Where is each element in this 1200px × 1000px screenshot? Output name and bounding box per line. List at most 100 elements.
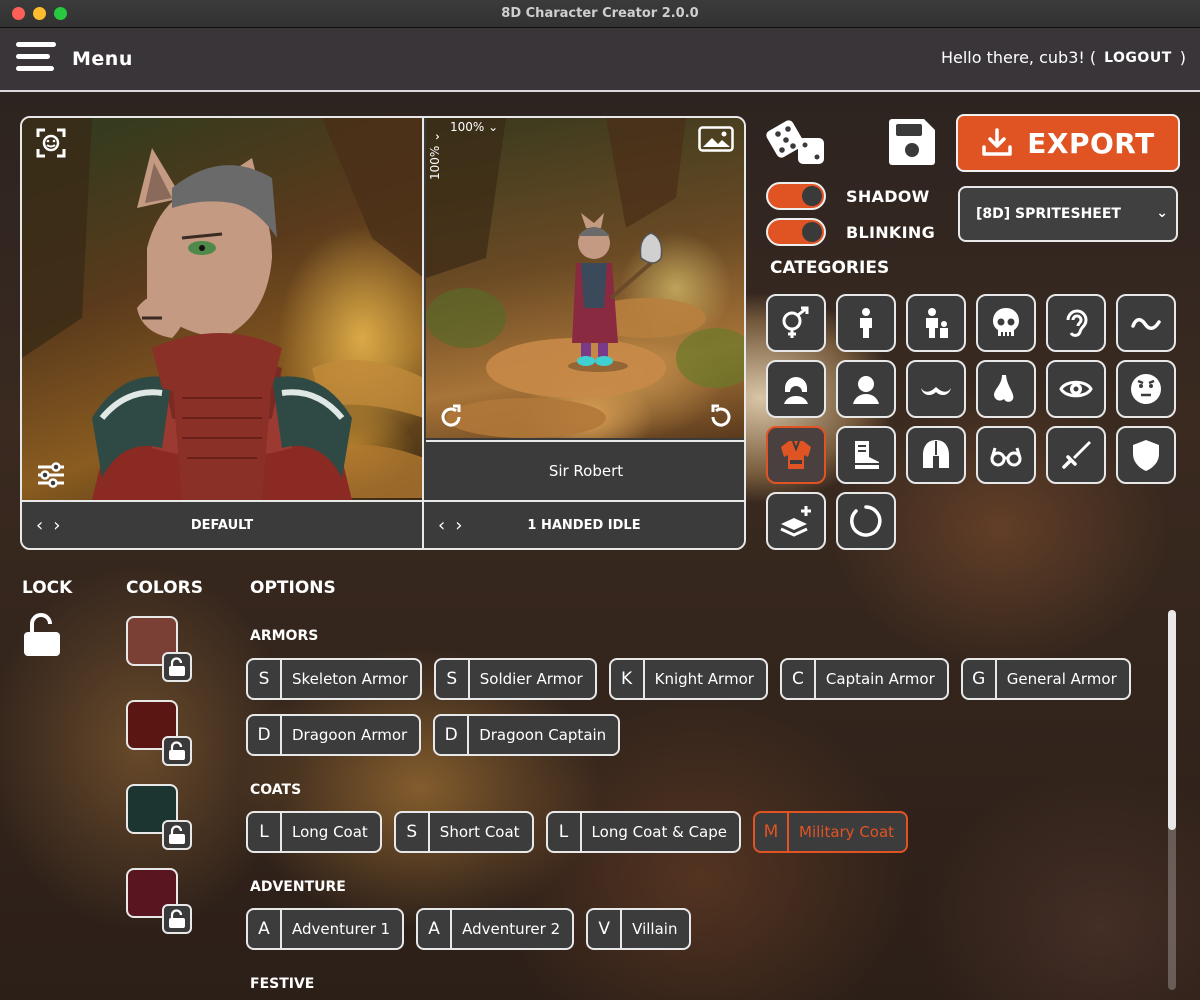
category-body-type[interactable] — [906, 294, 966, 352]
category-hair[interactable] — [766, 360, 826, 418]
option-soldier-armor[interactable]: S Soldier Armor — [433, 658, 597, 700]
skull-icon — [993, 308, 1019, 336]
greeting-close-paren: ) — [1179, 48, 1186, 67]
color-4-unlock-icon[interactable] — [162, 904, 192, 934]
logout-link[interactable]: LOGOUT — [1104, 50, 1172, 66]
option-dragoon-armor[interactable]: D Dragoon Armor — [246, 714, 422, 756]
next-portrait-pose-chevron-icon[interactable]: › — [53, 515, 60, 536]
category-gender[interactable] — [766, 294, 826, 352]
category-facial-hair[interactable] — [906, 360, 966, 418]
category-body[interactable] — [836, 294, 896, 352]
option-villain[interactable]: V Villain — [586, 908, 692, 950]
scrollbar-thumb[interactable] — [1168, 610, 1176, 830]
animation-label: 1 HANDED IDLE — [527, 517, 641, 533]
option-label: Knight Armor — [654, 670, 754, 688]
category-headwear[interactable] — [906, 426, 966, 484]
prev-animation-chevron-icon[interactable]: ‹ — [438, 515, 445, 536]
option-long-coat[interactable]: L Long Coat — [246, 811, 382, 853]
armors-row-1: S Skeleton Armor S Soldier Armor K Knight A… — [246, 658, 1131, 700]
group-title-festive: FESTIVE — [250, 976, 315, 992]
minimize-window-button[interactable] — [33, 7, 46, 20]
category-footwear[interactable] — [836, 426, 896, 484]
character-name-field[interactable]: Sir Robert — [426, 440, 744, 500]
randomize-dice-icon[interactable] — [766, 116, 828, 168]
option-knight-armor[interactable]: K Knight Armor — [608, 658, 768, 700]
option-letter: D — [248, 716, 282, 754]
lock-title: LOCK — [22, 578, 73, 598]
export-format-value: [8D] SPRITESHEET — [976, 206, 1121, 222]
category-expression[interactable] — [1116, 360, 1176, 418]
option-label: Short Coat — [439, 823, 520, 841]
export-button[interactable]: EXPORT — [956, 114, 1180, 172]
menu-label[interactable]: Menu — [72, 48, 133, 70]
adjust-sliders-icon[interactable] — [36, 460, 66, 494]
option-letter: K — [611, 660, 645, 698]
color-2-unlock-icon[interactable] — [162, 736, 192, 766]
rotate-counterclockwise-icon[interactable] — [708, 404, 734, 434]
expression-icon — [1131, 374, 1161, 404]
blinking-toggle[interactable] — [766, 218, 826, 246]
shadow-toggle[interactable] — [766, 182, 826, 210]
option-label: Dragoon Captain — [479, 726, 607, 744]
category-ears[interactable] — [1046, 294, 1106, 352]
category-add-layer[interactable] — [766, 492, 826, 550]
zoom-control-vertical[interactable]: 100% ⌄ — [428, 132, 442, 180]
options-scrollbar[interactable] — [1166, 610, 1178, 990]
option-adventurer-1[interactable]: A Adventurer 1 — [246, 908, 405, 950]
option-military-coat[interactable]: M Military Coat — [753, 811, 909, 853]
option-captain-armor[interactable]: C Captain Armor — [779, 658, 949, 700]
prev-portrait-pose-chevron-icon[interactable]: ‹ — [36, 515, 43, 536]
helmet-icon — [923, 440, 949, 468]
option-dragoon-captain[interactable]: D Dragoon Captain — [433, 714, 621, 756]
category-nose[interactable] — [976, 360, 1036, 418]
portrait-pose-selector: ‹ › DEFAULT — [22, 502, 424, 548]
ear-icon — [1066, 309, 1088, 337]
download-icon — [982, 128, 1013, 156]
option-letter: S — [396, 813, 430, 851]
categories-title: CATEGORIES — [770, 258, 890, 278]
export-label: EXPORT — [1027, 126, 1155, 160]
loading-ring-icon — [850, 505, 882, 537]
next-animation-chevron-icon[interactable]: › — [455, 515, 462, 536]
color-1-unlock-icon[interactable] — [162, 652, 192, 682]
category-shield[interactable] — [1116, 426, 1176, 484]
close-window-button[interactable] — [12, 7, 25, 20]
group-title-adventure: ADVENTURE — [250, 879, 346, 895]
option-label: Adventurer 1 — [292, 920, 391, 938]
option-letter: L — [248, 813, 282, 851]
background-image-icon[interactable] — [698, 126, 734, 156]
export-format-select[interactable]: [8D] SPRITESHEET ⌄ — [958, 186, 1178, 242]
greeting-text: Hello there, cub3! ( — [940, 48, 1097, 67]
category-head[interactable] — [836, 360, 896, 418]
window-title: 8D Character Creator 2.0.0 — [501, 6, 699, 21]
option-letter: C — [782, 660, 816, 698]
category-tail[interactable] — [1116, 294, 1176, 352]
category-loading[interactable] — [836, 492, 896, 550]
option-skeleton-armor[interactable]: S Skeleton Armor — [246, 658, 422, 700]
option-long-coat-cape[interactable]: L Long Coat & Cape — [545, 811, 741, 853]
category-eyewear[interactable] — [976, 426, 1036, 484]
option-label: Long Coat & Cape — [591, 823, 727, 841]
group-title-coats: COATS — [250, 782, 302, 798]
rotate-clockwise-icon[interactable] — [438, 404, 464, 434]
category-torso[interactable] — [766, 426, 826, 484]
hamburger-menu-icon[interactable] — [16, 42, 56, 76]
layers-add-icon — [780, 506, 811, 537]
color-3-unlock-icon[interactable] — [162, 820, 192, 850]
face-focus-icon[interactable] — [36, 128, 66, 162]
option-general-armor[interactable]: G General Armor — [960, 658, 1131, 700]
unlock-all-icon[interactable] — [22, 612, 62, 662]
maximize-window-button[interactable] — [54, 7, 67, 20]
blinking-label: BLINKING — [846, 222, 936, 242]
category-eyes[interactable] — [1046, 360, 1106, 418]
group-title-armors: ARMORS — [250, 628, 319, 644]
character-scene-preview: 100% ⌄ 100% ⌄ — [426, 118, 744, 438]
zoom-control[interactable]: 100% ⌄ — [450, 120, 498, 134]
option-short-coat[interactable]: S Short Coat — [393, 811, 534, 853]
character-preview-panel: 100% ⌄ 100% ⌄ Sir Robert ‹ › DEFAULT ‹ ›… — [20, 116, 746, 550]
category-skull[interactable] — [976, 294, 1036, 352]
category-weapon[interactable] — [1046, 426, 1106, 484]
save-floppy-icon[interactable] — [886, 116, 938, 168]
option-adventurer-2[interactable]: A Adventurer 2 — [416, 908, 575, 950]
scene-pose-selector: ‹ › 1 HANDED IDLE — [424, 502, 744, 548]
